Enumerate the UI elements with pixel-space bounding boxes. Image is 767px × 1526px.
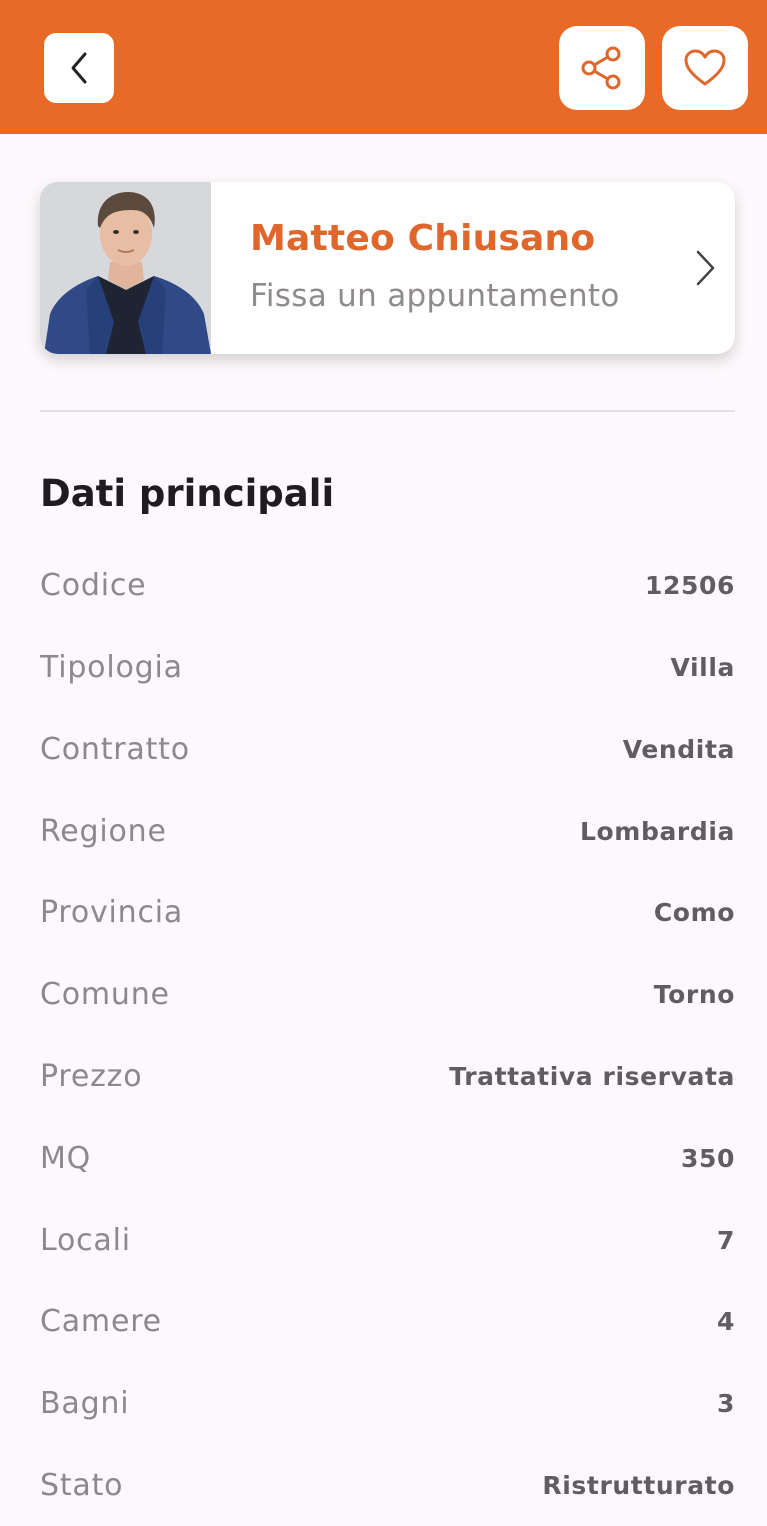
detail-label: Tipologia: [40, 650, 183, 685]
detail-label: Stato: [40, 1468, 124, 1503]
favorite-button[interactable]: [662, 26, 748, 110]
top-app-bar: [0, 0, 767, 134]
agent-card[interactable]: Matteo Chiusano Fissa un appuntamento: [40, 182, 735, 354]
detail-value: 4: [717, 1307, 735, 1336]
chevron-left-icon: [71, 52, 87, 84]
detail-value: Lombardia: [580, 817, 735, 846]
back-button[interactable]: [44, 33, 114, 103]
share-icon: [581, 46, 621, 90]
detail-row-tipologia: Tipologia Villa: [40, 643, 735, 693]
detail-value: Villa: [670, 653, 735, 682]
chevron-right-icon: [696, 250, 715, 286]
appointment-link[interactable]: Fissa un appuntamento: [250, 278, 620, 314]
detail-value: 350: [681, 1144, 735, 1173]
detail-row-regione: Regione Lombardia: [40, 807, 735, 857]
detail-row-prezzo: Prezzo Trattativa riservata: [40, 1052, 735, 1102]
agent-photo: [40, 182, 211, 354]
detail-value: Torno: [653, 980, 735, 1009]
detail-label: Camere: [40, 1304, 162, 1339]
detail-value: Vendita: [622, 735, 735, 764]
detail-value: 3: [717, 1389, 735, 1418]
heart-icon: [684, 49, 726, 86]
detail-label: Codice: [40, 568, 147, 603]
detail-value: Trattativa riservata: [449, 1062, 735, 1091]
detail-label: Bagni: [40, 1386, 130, 1421]
detail-label: MQ: [40, 1141, 92, 1176]
detail-label: Prezzo: [40, 1059, 143, 1094]
detail-row-locali: Locali 7: [40, 1216, 735, 1266]
detail-value: Como: [653, 898, 735, 927]
detail-row-bagni: Bagni 3: [40, 1379, 735, 1429]
detail-value: Ristrutturato: [542, 1471, 735, 1500]
detail-row-stato: Stato Ristrutturato: [40, 1461, 735, 1511]
section-divider: [40, 410, 735, 412]
detail-label: Provincia: [40, 895, 184, 930]
detail-row-contratto: Contratto Vendita: [40, 725, 735, 775]
detail-label: Locali: [40, 1223, 131, 1258]
detail-label: Regione: [40, 814, 167, 849]
detail-value: 7: [717, 1226, 735, 1255]
detail-row-provincia: Provincia Como: [40, 888, 735, 938]
detail-row-camere: Camere 4: [40, 1297, 735, 1347]
detail-label: Contratto: [40, 732, 190, 767]
agent-name: Matteo Chiusano: [250, 218, 596, 259]
detail-label: Comune: [40, 977, 170, 1012]
section-title: Dati principali: [40, 472, 335, 515]
detail-value: 12506: [645, 571, 735, 600]
detail-row-mq: MQ 350: [40, 1134, 735, 1184]
share-button[interactable]: [559, 26, 645, 110]
detail-row-codice: Codice 12506: [40, 561, 735, 611]
detail-row-comune: Comune Torno: [40, 970, 735, 1020]
